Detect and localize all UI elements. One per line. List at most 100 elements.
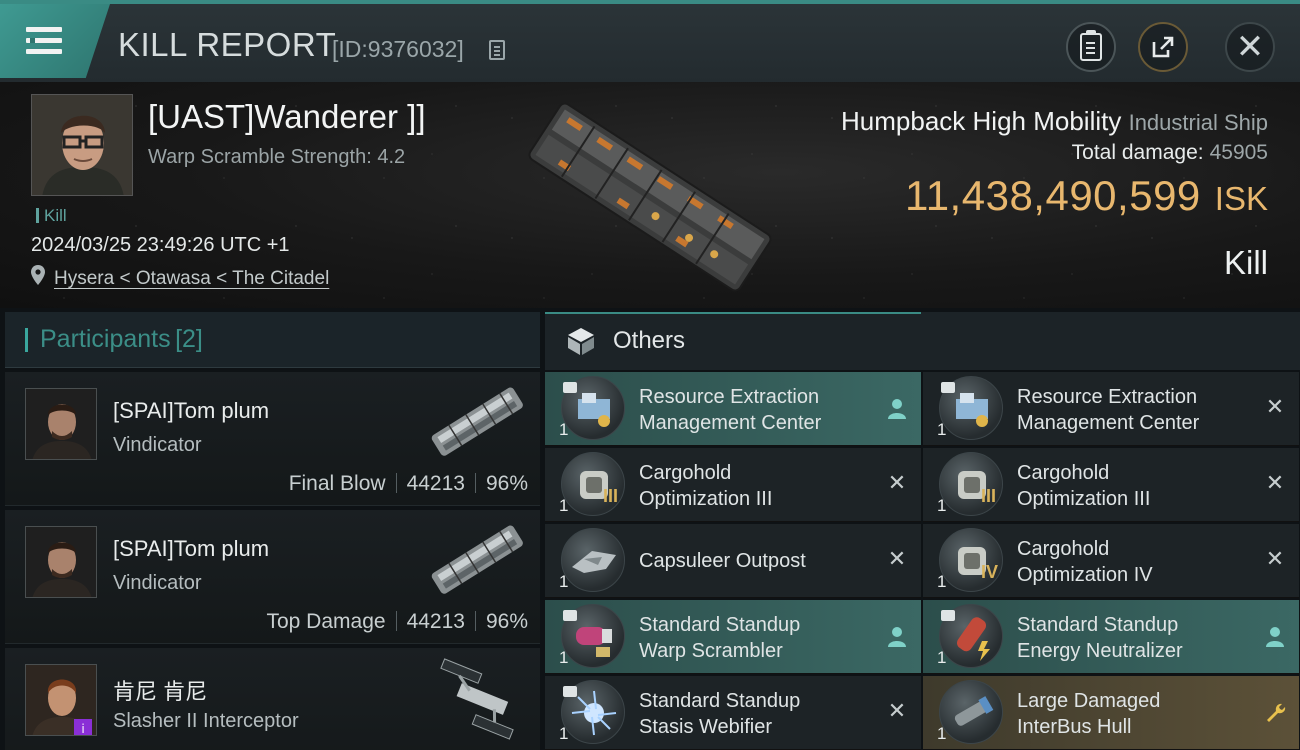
- page-title: KILL REPORT: [118, 26, 337, 63]
- participants-tab[interactable]: Participants [2]: [5, 312, 540, 368]
- close-icon[interactable]: ✕: [885, 548, 909, 572]
- close-button[interactable]: ✕: [1225, 22, 1275, 72]
- structure-slot-icon: [563, 610, 577, 621]
- others-label: Others: [613, 327, 686, 354]
- avatar: [25, 388, 97, 460]
- participant-ship-image: [431, 387, 523, 456]
- avatar: [25, 526, 97, 598]
- isk-currency: ISK: [1214, 180, 1268, 217]
- clipboard-icon: [1080, 30, 1102, 61]
- avatar: i: [25, 664, 97, 736]
- item-name-line1: Resource Extraction: [1017, 386, 1198, 408]
- item-level: III: [981, 486, 997, 506]
- person-icon[interactable]: [1263, 625, 1287, 649]
- participants-count: [2]: [175, 325, 203, 353]
- kill-result: Kill: [1223, 244, 1268, 281]
- close-icon[interactable]: ✕: [1263, 548, 1287, 572]
- item-row[interactable]: 1 III Cargohold Optimization III ✕: [545, 448, 921, 522]
- item-row[interactable]: 1 III Cargohold Optimization III ✕: [923, 448, 1299, 522]
- item-row[interactable]: 1 Standard Standup Warp Scrambler: [545, 600, 921, 674]
- participant-ship-image: [431, 525, 523, 594]
- ship-name-text: Humpback High Mobility: [841, 106, 1122, 136]
- person-icon[interactable]: [885, 625, 909, 649]
- item-name-line1: Cargohold: [1017, 538, 1110, 560]
- victim-portrait[interactable]: [31, 94, 133, 196]
- item-name-line2: Optimization III: [1017, 488, 1151, 510]
- others-tab[interactable]: Others: [545, 312, 1300, 370]
- item-name: Cargohold Optimization IV: [1017, 536, 1247, 588]
- participants-label: Participants: [40, 325, 171, 353]
- item-level: III: [603, 486, 619, 506]
- victim-ship-name[interactable]: Humpback High Mobility Industrial Ship: [841, 106, 1268, 137]
- menu-button[interactable]: [0, 4, 110, 78]
- structure-slot-icon: [941, 610, 955, 621]
- item-quantity: 1: [937, 420, 947, 439]
- item-name: Cargohold Optimization III: [639, 460, 869, 512]
- cube-icon: [568, 328, 594, 355]
- participant-row[interactable]: [SPAI]Tom plum Vindicator Top Damage 4421…: [5, 510, 540, 644]
- kill-location-link[interactable]: Hysera < Otawasa < The Citadel: [54, 268, 329, 290]
- item-name-line1: Standard Standup: [1017, 614, 1179, 636]
- item-name: Large Damaged InterBus Hull: [1017, 688, 1247, 740]
- structure-slot-icon: [941, 382, 955, 393]
- close-icon[interactable]: ✕: [1263, 472, 1287, 496]
- total-damage-label: Total damage:: [1071, 141, 1204, 164]
- participant-ship-image: [440, 658, 514, 740]
- close-icon[interactable]: ✕: [1263, 396, 1287, 420]
- item-row[interactable]: 1 Standard Standup Energy Neutralizer: [923, 600, 1299, 674]
- top-bar: KILL REPORT [ID:9376032] ✕: [0, 0, 1300, 82]
- copy-icon[interactable]: [489, 40, 505, 60]
- person-icon[interactable]: [885, 397, 909, 421]
- item-row[interactable]: 1 Resource Extraction Management Center ✕: [923, 372, 1299, 446]
- close-icon[interactable]: ✕: [885, 472, 909, 496]
- share-button[interactable]: [1138, 22, 1188, 72]
- item-name: Standard Standup Energy Neutralizer: [1017, 612, 1247, 664]
- others-panel: Others 1 Resource Extraction Management C…: [545, 312, 1300, 750]
- item-name-line1: Large Damaged: [1017, 690, 1161, 712]
- item-name-line2: Management Center: [639, 412, 822, 434]
- item-row[interactable]: 1 Resource Extraction Management Center: [545, 372, 921, 446]
- item-row[interactable]: 1 Standard Standup Stasis Webifier ✕: [545, 676, 921, 750]
- participant-ship: Vindicator: [113, 434, 202, 456]
- item-name-line2: Management Center: [1017, 412, 1200, 434]
- participant-name: [SPAI]Tom plum: [113, 398, 270, 423]
- victim-avatar: [32, 95, 132, 195]
- kill-timestamp: 2024/03/25 23:49:26 UTC +1: [31, 234, 290, 256]
- item-icon: [561, 528, 625, 592]
- item-quantity: 1: [937, 496, 947, 515]
- participant-name: 肯尼 肯尼: [113, 679, 208, 704]
- item-quantity: 1: [559, 724, 569, 743]
- victim-summary: [UAST]Wanderer ]] Warp Scramble Strength…: [0, 82, 1300, 308]
- victim-pilot-name[interactable]: [UAST]Wanderer ]]: [148, 98, 426, 136]
- item-quantity: 1: [559, 572, 569, 591]
- participant-stats: Top Damage 44213 96%: [266, 610, 528, 634]
- participant-role: Final Blow: [288, 472, 386, 495]
- participant-name: [SPAI]Tom plum: [113, 536, 270, 561]
- participant-ship: Vindicator: [113, 572, 202, 594]
- item-name: Resource Extraction Management Center: [1017, 384, 1247, 436]
- item-row[interactable]: 1 Large Damaged InterBus Hull: [923, 676, 1299, 750]
- participant-row[interactable]: i 肯尼 肯尼 Slasher II Interceptor: [5, 648, 540, 750]
- item-row[interactable]: 1 Capsuleer Outpost ✕: [545, 524, 921, 598]
- structure-slot-icon: [563, 686, 577, 697]
- item-name-line2: Energy Neutralizer: [1017, 640, 1183, 662]
- total-damage: Total damage: 45905: [1072, 141, 1268, 165]
- item-name: Resource Extraction Management Center: [639, 384, 869, 436]
- isk-amount: 11,438,490,599: [904, 172, 1201, 219]
- item-name-line2: Optimization III: [639, 488, 773, 510]
- close-icon[interactable]: ✕: [885, 700, 909, 724]
- clipboard-button[interactable]: [1066, 22, 1116, 72]
- participants-panel: Participants [2] [SPAI]Tom plum Vindicat…: [5, 312, 540, 750]
- item-quantity: 1: [937, 648, 947, 667]
- item-name-line2: Warp Scrambler: [639, 640, 783, 662]
- participant-row[interactable]: [SPAI]Tom plum Vindicator Final Blow 4421…: [5, 372, 540, 506]
- item-name: Capsuleer Outpost: [639, 548, 869, 574]
- participant-damage: 44213: [406, 610, 465, 633]
- wrench-icon[interactable]: [1263, 700, 1287, 724]
- tab-indicator: [25, 327, 28, 352]
- item-name-line1: Capsuleer Outpost: [639, 550, 806, 572]
- item-quantity: 1: [559, 648, 569, 667]
- item-icon: [939, 680, 1003, 744]
- item-row[interactable]: 1 IV Cargohold Optimization IV ✕: [923, 524, 1299, 598]
- item-name-line1: Standard Standup: [639, 614, 801, 636]
